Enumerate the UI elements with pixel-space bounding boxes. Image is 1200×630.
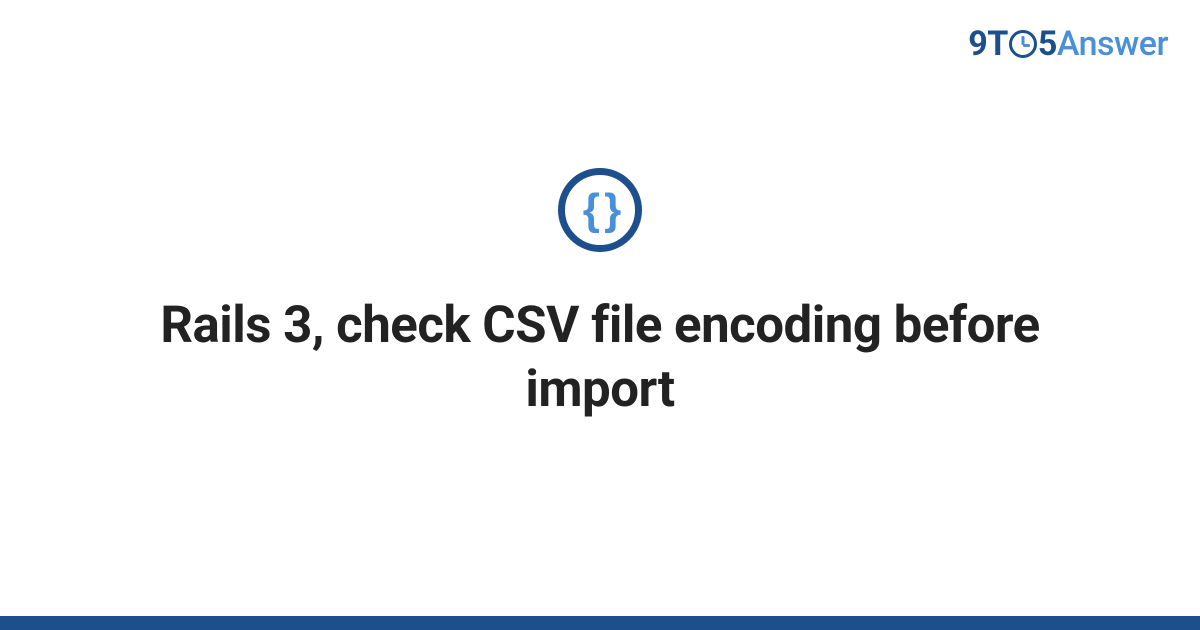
brand-prefix: 9T [968, 24, 1008, 64]
brand-mid: 5 [1038, 24, 1057, 64]
brand-suffix: Answer [1057, 24, 1168, 64]
code-braces-icon: { } [583, 188, 617, 232]
brand-logo: 9T 5Answer [968, 24, 1168, 64]
main-content: { } Rails 3, check CSV file encoding bef… [0, 168, 1200, 422]
footer-accent-bar [0, 616, 1200, 630]
category-badge: { } [558, 168, 642, 252]
clock-icon [1009, 30, 1037, 58]
question-title: Rails 3, check CSV file encoding before … [80, 294, 1120, 422]
